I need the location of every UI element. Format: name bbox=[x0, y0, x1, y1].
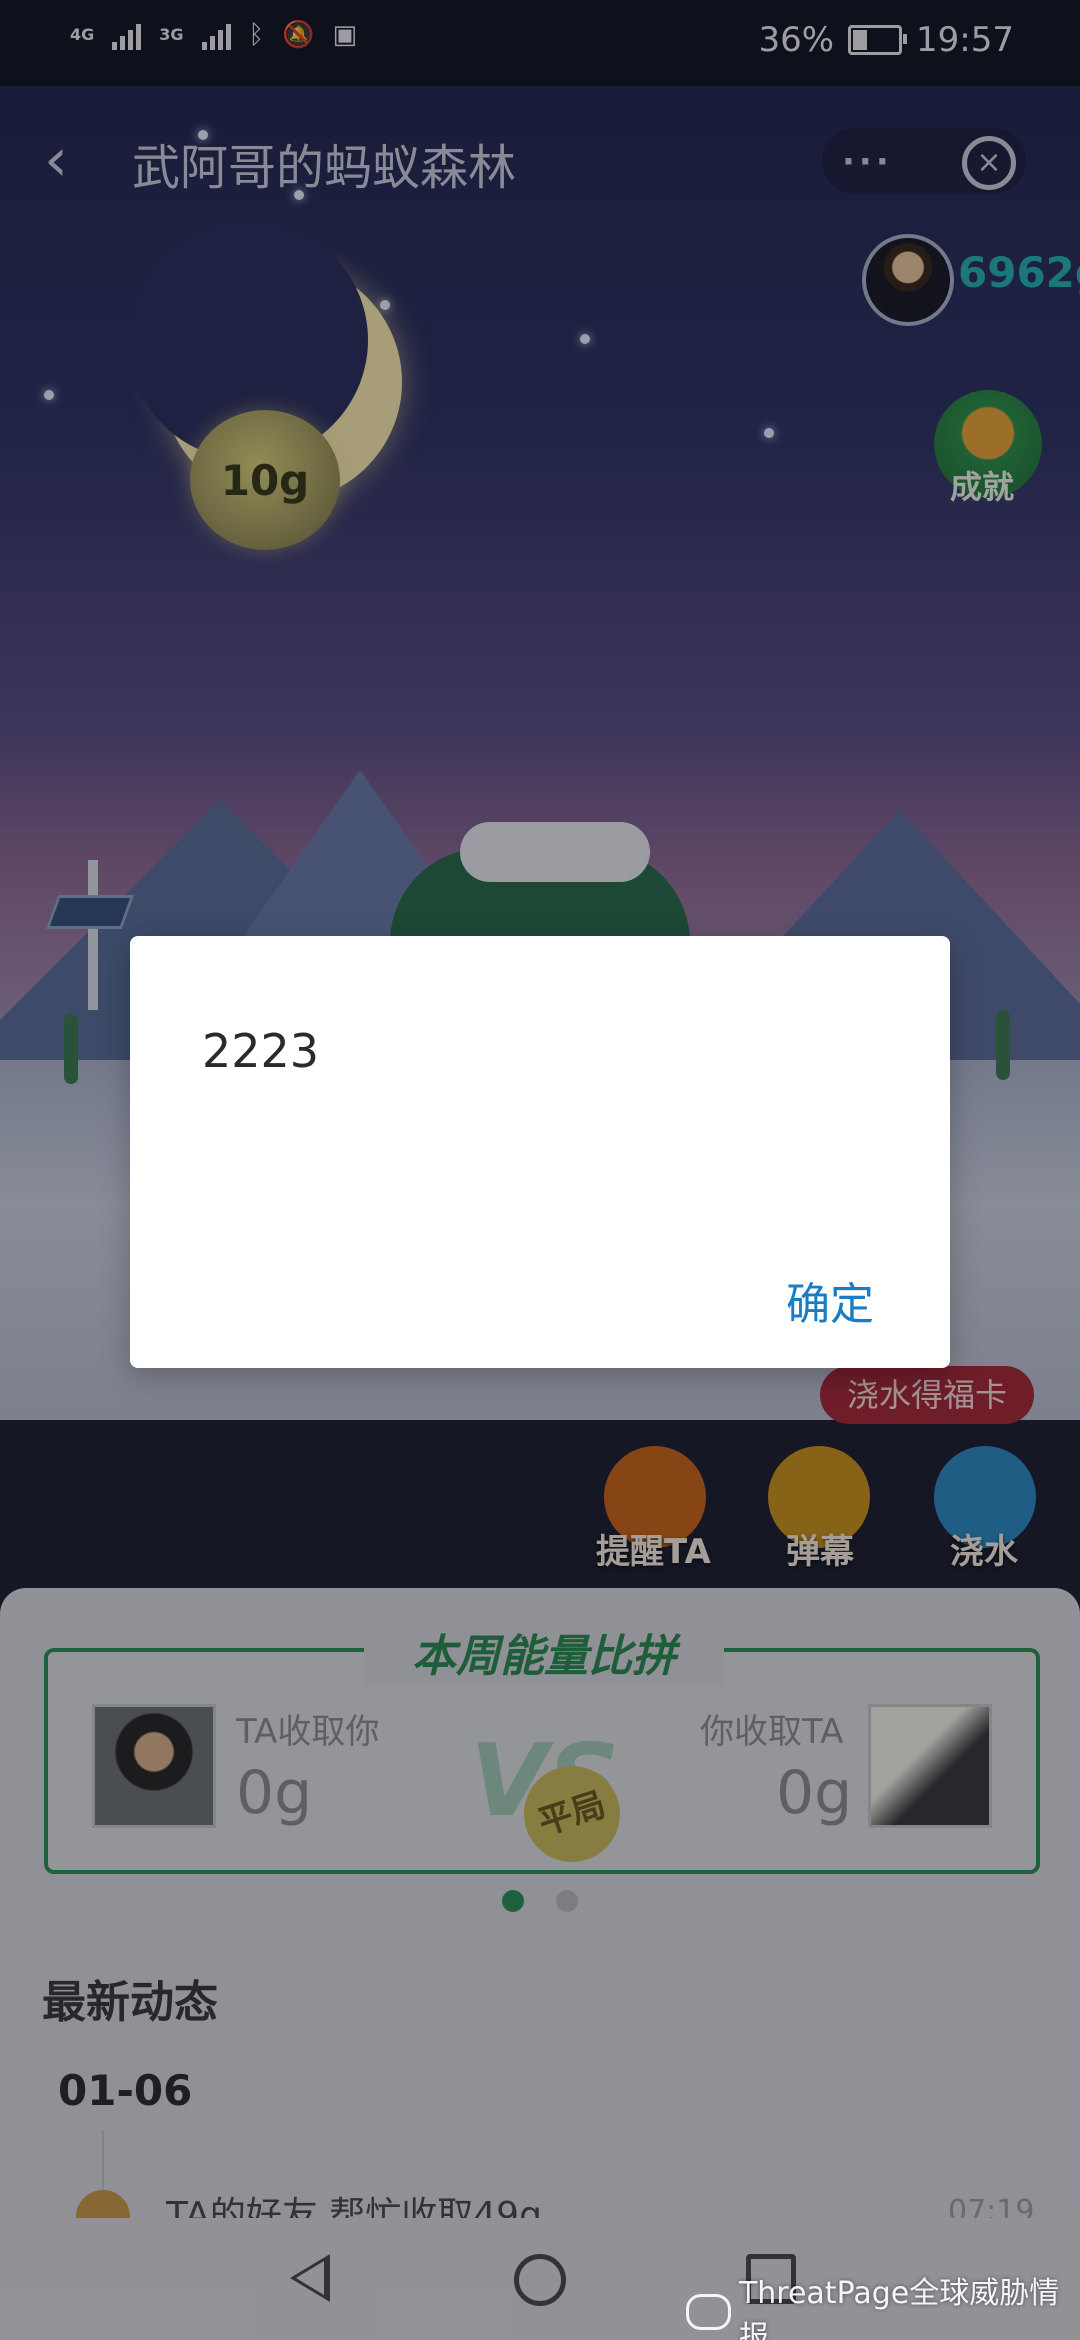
confirm-button[interactable]: 确定 bbox=[786, 1268, 874, 1332]
dialog-message: 2223 bbox=[202, 1024, 320, 1078]
screen: 10g 4G 3G ᛒ 🔕 ▣ 36% 19:57 ‹ 武阿哥的蚂蚁森林 ···… bbox=[0, 0, 1080, 2340]
wechat-icon bbox=[686, 2294, 731, 2330]
watermark: ThreatPage全球威胁情报 bbox=[686, 2268, 1080, 2340]
alert-dialog: 2223 确定 bbox=[130, 936, 950, 1368]
watermark-text: ThreatPage全球威胁情报 bbox=[738, 2276, 1060, 2340]
